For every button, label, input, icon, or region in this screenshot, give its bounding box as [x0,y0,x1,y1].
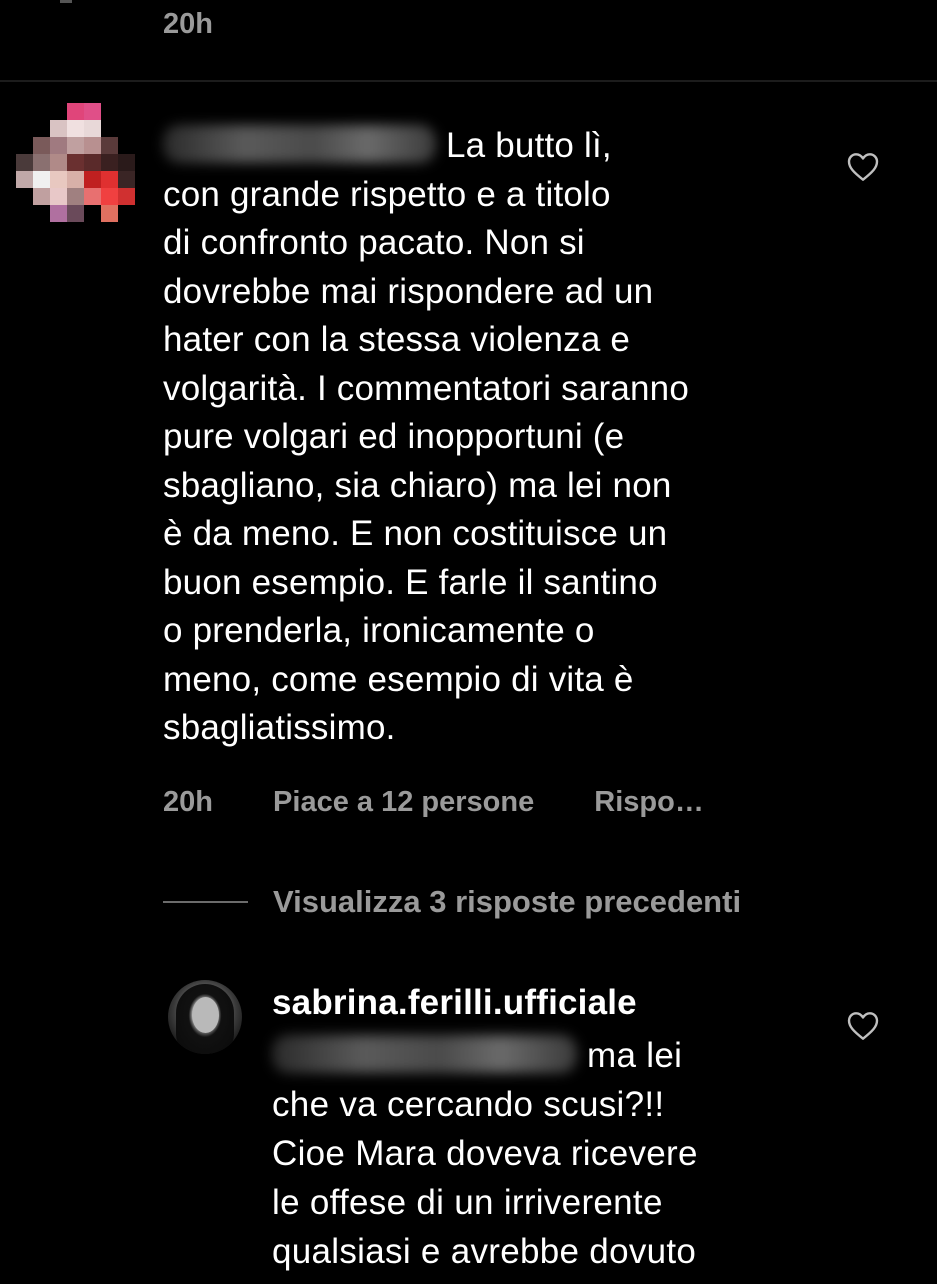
comment-line: hater con la stessa violenza e [163,320,631,359]
avatar-pixel [101,188,118,205]
reply-line: Cioe Mara doveva ricevere [272,1134,698,1173]
view-previous-replies-label[interactable]: Visualizza 3 risposte precedenti [273,884,741,920]
comment-line: La butto lì, [446,126,612,165]
avatar-pixel [67,154,84,171]
reply-avatar[interactable] [168,980,242,1054]
comment-line: dovrebbe mai rispondere ad un [163,271,654,311]
comment-line: di confronto pacato. Non si [163,223,585,262]
blurred-username-mention [163,125,436,163]
reply-line: ma lei [587,1036,683,1075]
comment-body: La butto lì, con grande rispetto e a tit… [163,122,843,753]
avatar-pixel [67,205,84,222]
avatar-pixel [84,120,101,137]
blurred-username-mention [272,1035,577,1073]
comment-line: volgarità. I commentatori saranno [163,368,690,408]
comment-first-line: La butto lì, [163,122,843,171]
avatar-pixel [50,205,67,222]
view-previous-replies[interactable]: Visualizza 3 risposte precedenti [163,884,741,920]
comment-line: buon esempio. E farle il santino [163,562,658,602]
avatar-pixel [118,154,135,171]
avatar-pixel [84,171,101,188]
reply-line: le offese di un irriverente [272,1183,663,1222]
avatar-pixel [50,137,67,154]
comment-line: sbagliatissimo. [163,708,396,747]
avatar-pixel [33,188,50,205]
avatar-pixel [101,171,118,188]
avatar-pixel [50,188,67,205]
avatar-pixel [67,137,84,154]
avatar-pixel [84,188,101,205]
avatar-pixel [50,154,67,171]
avatar-pixel [50,171,67,188]
reply-line: qualsiasi e avrebbe dovuto [272,1232,697,1271]
avatar-pixel [84,154,101,171]
heart-outline-icon[interactable] [847,1011,879,1041]
comment-time: 20h [163,786,213,818]
avatar-pixel [16,154,33,171]
reply-body: ma lei che va cercando scusi?!! Cioe Mar… [272,1031,832,1276]
comment-line: è da meno. E non costituisce un [163,514,668,553]
comment-line: meno, come esempio di vita è [163,659,634,699]
previous-comment-footer: 20h [0,0,937,78]
avatar-pixel [33,171,50,188]
heart-outline-icon[interactable] [847,152,879,182]
replies-line [163,901,248,903]
avatar-pixel [33,137,50,154]
comment-line: o prenderla, ironicamente o [163,611,595,650]
avatar-pixel [101,137,118,154]
avatar-pixel [118,171,135,188]
avatar-face [192,997,219,1033]
avatar-pixel [84,137,101,154]
likes-count-link[interactable]: Piace a 12 persone [273,786,534,819]
comment-line: con grande rispetto e a titolo [163,174,611,214]
divider [0,80,937,82]
avatar-pixel [16,171,33,188]
commenter-avatar[interactable] [16,103,140,227]
reply-button[interactable]: Rispo… [594,786,704,819]
avatar-pixel [50,120,67,137]
reply-line: che va cercando scusi?!! [272,1085,665,1124]
comment-line: sbagliano, sia chiaro) ma lei non [163,465,672,505]
comment-line: pure volgari ed inopportuni (e [163,417,625,456]
avatar-pixel [67,103,84,120]
avatar-pixel [67,188,84,205]
avatar-pixel [101,154,118,171]
avatar-pixel [84,103,101,120]
previous-comment-time: 20h [163,8,213,40]
avatar-pixel [67,120,84,137]
reply-username[interactable]: sabrina.ferilli.ufficiale [272,983,637,1023]
previous-comment-edge [60,0,72,3]
comment-meta: 20h Piace a 12 persone Rispo… [163,786,704,819]
avatar-pixel [33,154,50,171]
avatar-pixel [67,171,84,188]
reply-first-line: ma lei [272,1031,832,1080]
avatar-pixel [118,188,135,205]
avatar-pixel [101,205,118,222]
